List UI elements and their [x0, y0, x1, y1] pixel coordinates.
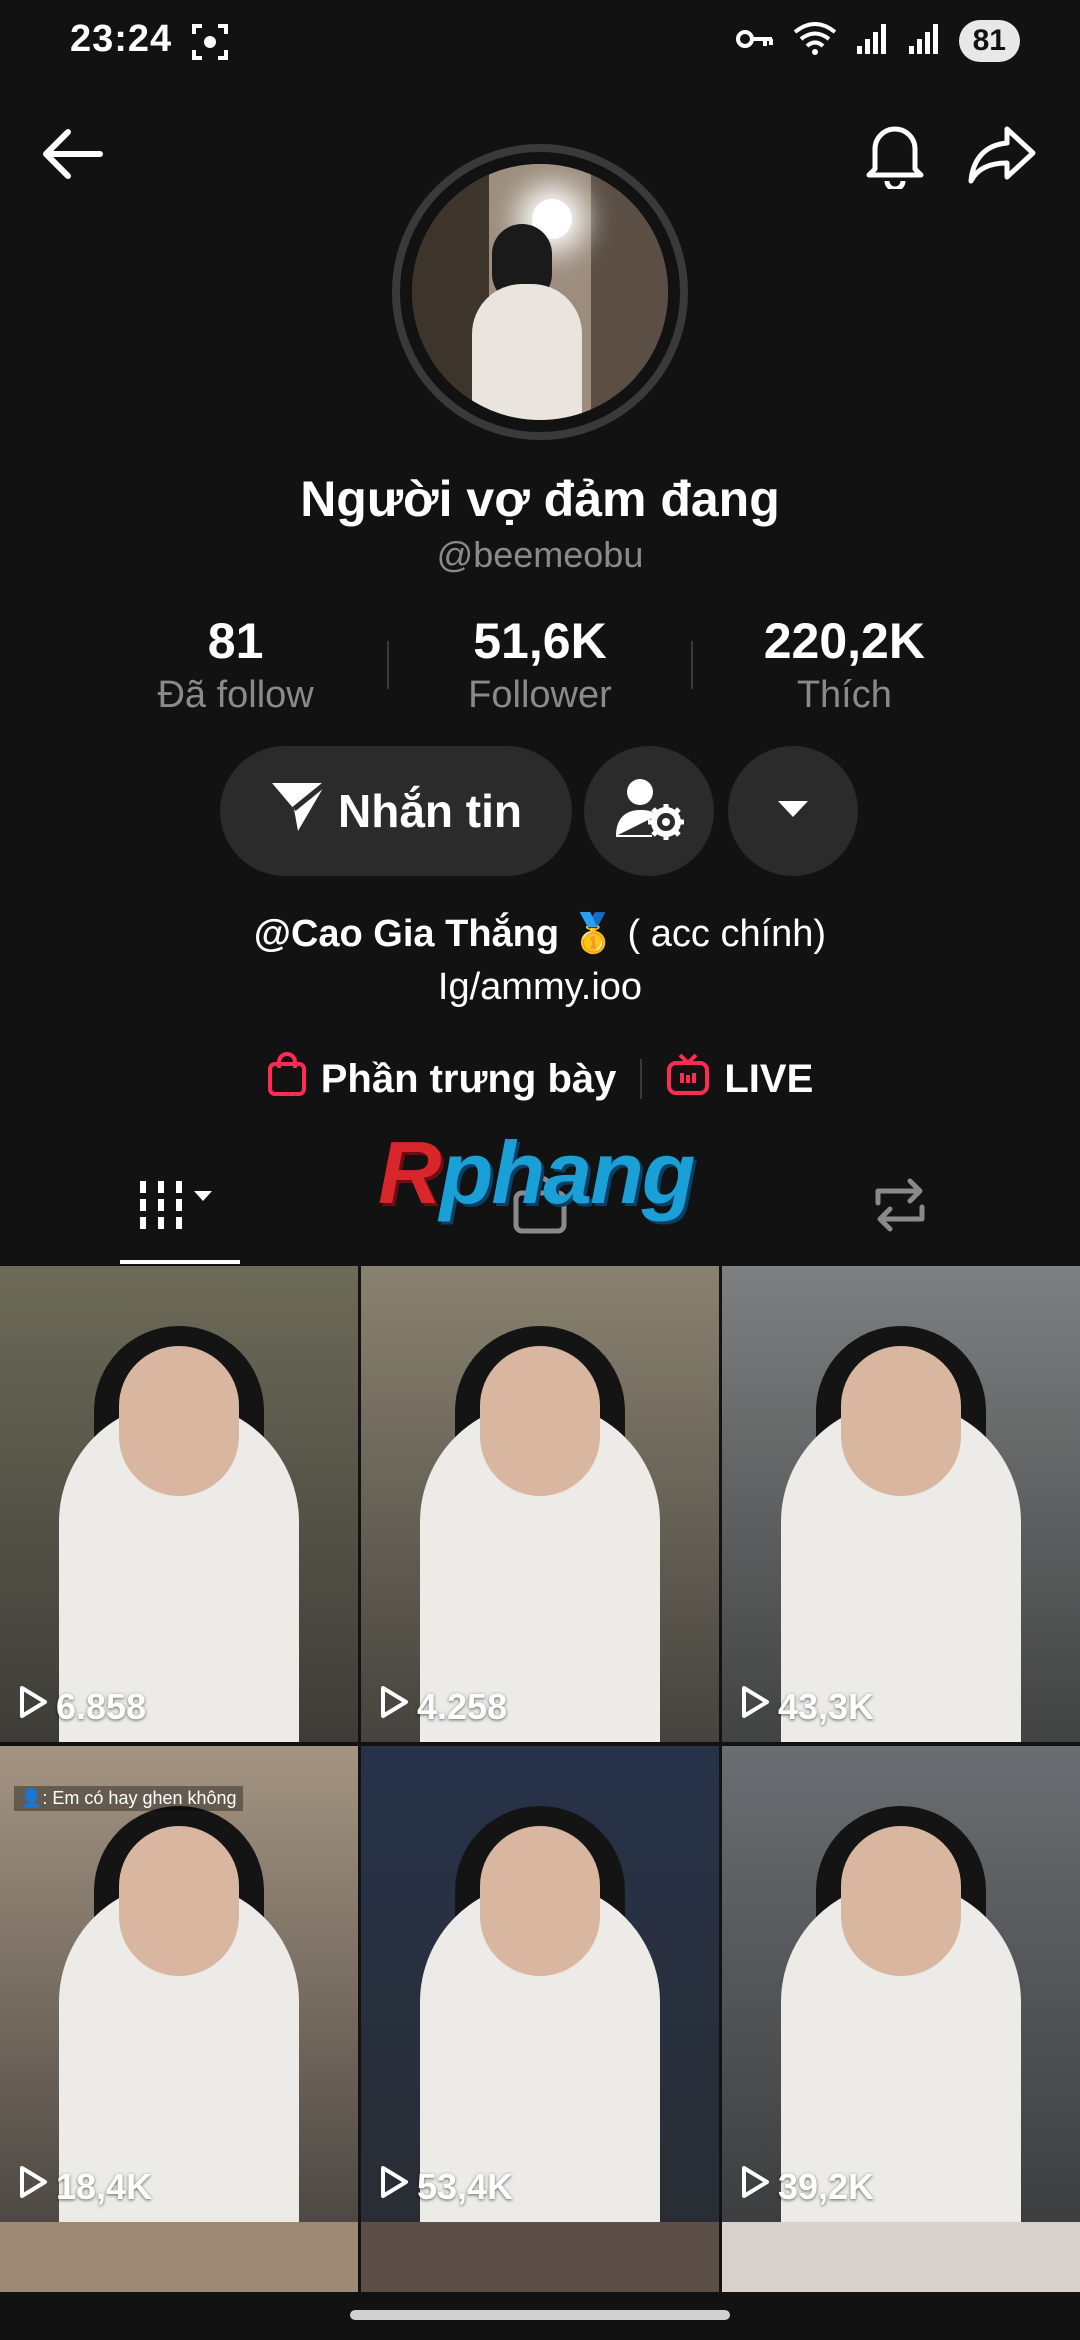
- bio-suffix: ( acc chính): [627, 913, 827, 955]
- grid-icon: [130, 1175, 230, 1240]
- chevron-down-icon: [776, 799, 810, 824]
- view-count-value: 4.258: [417, 1685, 508, 1727]
- active-tab-underline: [120, 1260, 240, 1264]
- tab-videos[interactable]: [0, 1150, 360, 1264]
- video-thumbnail-partial[interactable]: [361, 2222, 719, 2292]
- play-icon: [18, 2165, 48, 2208]
- more-options-button[interactable]: [728, 746, 858, 876]
- thumbnail-caption: 👤: Em có hay ghen không: [14, 1786, 243, 1811]
- video-thumbnail[interactable]: 👤: Em có hay ghen không 18,4K: [0, 1746, 358, 2222]
- view-count-value: 18,4K: [56, 2165, 153, 2207]
- bio-line-2: Ig/ammy.ioo: [437, 966, 643, 1008]
- status-time: 23:24: [70, 18, 173, 60]
- likes-count: 220,2K: [763, 613, 925, 669]
- following-stat[interactable]: 81 Đã follow: [96, 612, 376, 717]
- thumbnail-figure-face: [480, 1346, 600, 1496]
- watermark-rest: phang: [439, 1123, 696, 1222]
- watermark-first-letter: R: [378, 1123, 442, 1222]
- thumbnail-figure-face: [841, 1826, 961, 1976]
- profile-stats: 81 Đã follow 51,6K Follower 220,2K Thích: [90, 612, 990, 717]
- signal-icon-2: [907, 22, 941, 61]
- view-count: 4.258: [379, 1685, 507, 1728]
- view-count: 53,4K: [379, 2165, 513, 2208]
- battery-level: 81: [972, 24, 1006, 57]
- live-tv-icon: [666, 1053, 710, 1105]
- stat-divider: [691, 640, 694, 689]
- followers-count: 51,6K: [473, 613, 607, 669]
- video-thumbnail[interactable]: 6.858: [0, 1266, 358, 1742]
- view-count: 43,3K: [740, 1685, 874, 1728]
- back-icon[interactable]: [32, 114, 112, 194]
- video-thumbnail[interactable]: 39,2K: [722, 1746, 1080, 2222]
- play-icon: [740, 2165, 770, 2208]
- username: @beemeobu: [436, 534, 644, 575]
- screen-record-icon: [190, 22, 230, 67]
- video-thumbnail[interactable]: 43,3K: [722, 1266, 1080, 1742]
- showcase-label: Phần trưng bày: [320, 1056, 617, 1101]
- link-divider: [640, 1059, 643, 1099]
- display-name: Người vợ đảm đang: [300, 471, 780, 527]
- video-thumbnail-partial[interactable]: [722, 2222, 1080, 2292]
- video-thumbnail[interactable]: 4.258: [361, 1266, 719, 1742]
- view-count-value: 39,2K: [778, 2165, 875, 2207]
- following-label: Đã follow: [157, 674, 314, 716]
- avatar-image: [412, 164, 668, 420]
- video-thumbnail[interactable]: 53,4K: [361, 1746, 719, 2222]
- bio-mention[interactable]: @Cao Gia Thắng: [254, 913, 559, 955]
- tab-reposts[interactable]: [720, 1150, 1080, 1264]
- thumbnail-figure-face: [119, 1826, 239, 1976]
- message-button-label: Nhắn tin: [338, 785, 522, 837]
- video-grid-partial-row: [0, 2222, 1080, 2292]
- signal-icon-1: [855, 22, 889, 61]
- avatar[interactable]: [392, 144, 688, 440]
- view-count: 6.858: [18, 1685, 146, 1728]
- status-icons: 81: [735, 20, 1020, 62]
- wifi-icon: [793, 21, 837, 61]
- view-count: 39,2K: [740, 2165, 874, 2208]
- battery-indicator: 81: [958, 20, 1020, 62]
- showcase-link[interactable]: Phần trưng bày: [267, 1052, 617, 1106]
- user-gear-icon: [614, 776, 684, 847]
- profile-page: 23:24 81 Người vợ đảm đang @beemeobu 81 …: [0, 0, 1080, 2340]
- video-thumbnail-partial[interactable]: [0, 2222, 358, 2292]
- play-icon: [379, 1685, 409, 1728]
- share-icon[interactable]: [962, 114, 1042, 194]
- bell-icon[interactable]: [855, 114, 935, 194]
- view-count-value: 53,4K: [417, 2165, 514, 2207]
- watermark-logo: Rphang: [378, 1122, 696, 1224]
- key-icon: [735, 24, 775, 59]
- likes-stat[interactable]: 220,2K Thích: [704, 612, 984, 717]
- followers-label: Follower: [468, 674, 612, 716]
- home-indicator[interactable]: [350, 2310, 730, 2320]
- play-icon: [740, 1685, 770, 1728]
- profile-links: Phần trưng bày LIVE: [0, 1052, 1080, 1106]
- view-count-value: 6.858: [56, 1685, 147, 1727]
- play-icon: [379, 2165, 409, 2208]
- send-icon: [270, 779, 328, 844]
- live-link[interactable]: LIVE: [666, 1053, 813, 1105]
- profile-settings-button[interactable]: [584, 746, 714, 876]
- following-count: 81: [207, 613, 264, 669]
- view-count: 18,4K: [18, 2165, 152, 2208]
- bio-line-1: @Cao Gia Thắng 🥇 ( acc chính): [0, 912, 1080, 956]
- shopping-bag-icon: [267, 1052, 307, 1106]
- likes-label: Thích: [796, 674, 892, 716]
- thumbnail-figure-face: [841, 1346, 961, 1496]
- thumbnail-figure-face: [119, 1346, 239, 1496]
- thumbnail-figure-face: [480, 1826, 600, 1976]
- medal-emoji: 🥇: [569, 913, 617, 955]
- live-label: LIVE: [724, 1056, 814, 1101]
- repost-icon: [868, 1177, 932, 1238]
- followers-stat[interactable]: 51,6K Follower: [400, 612, 680, 717]
- view-count-value: 43,3K: [778, 1685, 875, 1727]
- message-button[interactable]: Nhắn tin: [220, 746, 572, 876]
- stat-divider: [386, 640, 389, 689]
- video-grid: 6.858 4.258 43,3K 👤: Em có hay ghen không 18…: [0, 1266, 1080, 2222]
- play-icon: [18, 1685, 48, 1728]
